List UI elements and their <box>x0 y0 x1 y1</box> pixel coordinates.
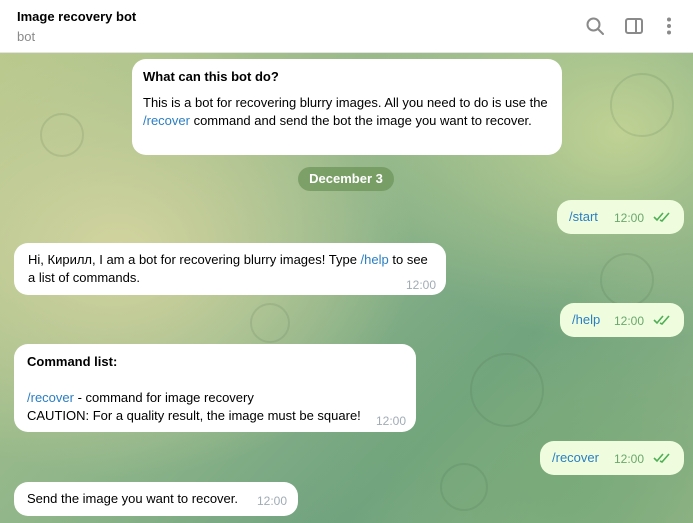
help-command-link[interactable]: /help <box>361 252 389 267</box>
background-doodle <box>600 253 654 307</box>
intro-text: This is a bot for recovering blurry imag… <box>143 94 551 130</box>
sidebar-toggle-icon[interactable] <box>622 14 646 38</box>
chat-area[interactable]: What can this bot do? This is a bot for … <box>0 53 693 523</box>
read-checkmarks-icon <box>653 212 670 222</box>
recover-command-link[interactable]: /recover <box>27 390 74 405</box>
more-vertical-icon[interactable] <box>657 14 681 38</box>
background-doodle <box>440 463 488 511</box>
read-checkmarks-icon <box>653 453 670 463</box>
command-list-heading: Command list: <box>27 354 118 369</box>
message-text: Send the image you want to recover. <box>27 491 239 506</box>
message-text-part: - command for image recovery <box>73 390 254 405</box>
background-doodle <box>250 303 290 343</box>
incoming-message: Command list: /recover - command for ima… <box>14 344 416 432</box>
intro-text-after: command and send the bot the image you w… <box>189 113 532 128</box>
intro-heading: What can this bot do? <box>143 69 279 84</box>
message-time: 12:00 <box>257 494 288 508</box>
chat-header: Image recovery bot bot <box>0 0 693 53</box>
message-text[interactable]: /recover <box>552 449 599 467</box>
message-time: 12:00 <box>614 314 645 328</box>
date-separator: December 3 <box>298 167 394 191</box>
incoming-message: Send the image you want to recover. 12:0… <box>14 482 298 516</box>
message-text: Hi, Кирилл, I am a bot for recovering bl… <box>28 251 428 287</box>
chat-title[interactable]: Image recovery bot <box>17 9 136 24</box>
outgoing-message: /start 12:00 <box>557 200 684 234</box>
background-doodle <box>610 73 674 137</box>
read-checkmarks-icon <box>653 315 670 325</box>
message-text-part: Hi, Кирилл, I am a bot for recovering bl… <box>28 252 361 267</box>
message-time: 12:00 <box>614 452 645 466</box>
outgoing-message: /help 12:00 <box>560 303 684 337</box>
outgoing-message: /recover 12:00 <box>540 441 684 475</box>
command-list-line: /recover - command for image recovery <box>27 389 403 407</box>
bot-intro-card: What can this bot do? This is a bot for … <box>132 59 562 155</box>
message-text[interactable]: /help <box>572 311 600 329</box>
intro-text-before: This is a bot for recovering blurry imag… <box>143 95 548 110</box>
incoming-message: Hi, Кирилл, I am a bot for recovering bl… <box>14 243 446 295</box>
chat-subtitle: bot <box>17 29 36 44</box>
search-icon[interactable] <box>583 14 607 38</box>
message-time: 12:00 <box>614 211 645 225</box>
background-doodle <box>470 353 544 427</box>
message-text[interactable]: /start <box>569 208 598 226</box>
message-time: 12:00 <box>406 278 437 292</box>
caution-text: CAUTION: For a quality result, the image… <box>27 408 361 423</box>
background-doodle <box>40 113 84 157</box>
message-time: 12:00 <box>376 414 407 428</box>
recover-command-link[interactable]: /recover <box>143 113 190 128</box>
